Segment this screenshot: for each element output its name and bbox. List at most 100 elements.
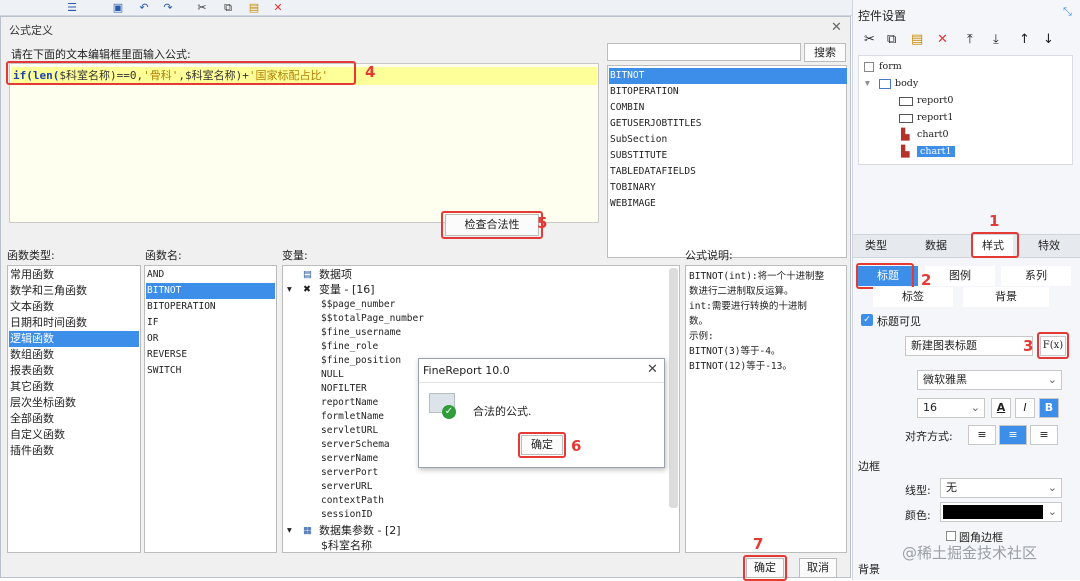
variable-item[interactable]: NOFILTER xyxy=(321,382,367,396)
subtab-label[interactable]: 标签 xyxy=(873,287,953,307)
collapse-panel-icon[interactable]: ⤡ xyxy=(1063,5,1072,19)
undo-icon[interactable]: ↶ xyxy=(138,2,150,13)
tree-node-chart1[interactable]: chart1 xyxy=(917,146,955,157)
function-search-input[interactable] xyxy=(607,43,801,61)
list-item[interactable]: BITNOT xyxy=(609,68,847,84)
italic-icon[interactable]: I xyxy=(1015,398,1035,418)
list-item[interactable]: BITOPERATION xyxy=(609,84,847,100)
variable-item[interactable]: $科室名称 xyxy=(321,539,372,552)
close-icon[interactable]: ✕ xyxy=(647,362,658,377)
list-item[interactable]: GETUSERJOBTITLES xyxy=(609,116,847,132)
list-item[interactable]: AND xyxy=(147,267,168,283)
variable-item[interactable]: contextPath xyxy=(321,494,384,508)
list-item[interactable]: BITOPERATION xyxy=(147,299,220,315)
cancel-button[interactable]: 取消 xyxy=(799,558,837,578)
variable-item[interactable]: formletName xyxy=(321,410,384,424)
close-icon[interactable]: ✕ xyxy=(831,20,842,35)
chart-title-input[interactable]: 新建图表标题 xyxy=(905,336,1033,356)
move-bottom-icon[interactable]: ⤓ xyxy=(993,33,999,47)
variable-item[interactable]: $fine_position xyxy=(321,354,401,368)
list-item[interactable]: COMBIN xyxy=(609,100,847,116)
paste-icon[interactable]: ▤ xyxy=(248,2,260,13)
variable-item[interactable]: $$page_number xyxy=(321,298,395,312)
tree-node-report1[interactable]: report1 xyxy=(917,112,953,123)
list-item[interactable]: 自定义函数 xyxy=(10,427,69,443)
tree-node-form[interactable]: form xyxy=(879,61,902,72)
subtab-background[interactable]: 背景 xyxy=(963,287,1049,307)
line-type-select[interactable]: 无 ⌄ xyxy=(940,478,1062,498)
formula-editor[interactable]: if(len($科室名称)==0,'骨科',$科室名称)+'国家标配占比' xyxy=(9,63,599,223)
collapse-icon[interactable]: ▾ xyxy=(865,78,870,89)
move-up-icon[interactable]: ↑ xyxy=(1019,33,1030,47)
delete-icon[interactable]: ✕ xyxy=(937,33,948,47)
variable-item[interactable]: $$totalPage_number xyxy=(321,312,424,326)
tree-group[interactable]: 数据集参数 - [2] xyxy=(319,524,401,538)
list-item[interactable]: TABLEDATAFIELDS xyxy=(609,164,847,180)
list-item[interactable]: OR xyxy=(147,331,162,347)
subtab-series[interactable]: 系列 xyxy=(1001,266,1071,286)
list-item[interactable]: 文本函数 xyxy=(10,299,58,315)
variable-item[interactable]: reportName xyxy=(321,396,378,410)
rounded-border-checkbox[interactable] xyxy=(946,531,956,541)
list-item[interactable]: 报表函数 xyxy=(10,363,58,379)
font-color-icon[interactable]: A xyxy=(991,398,1011,418)
list-item[interactable]: 全部函数 xyxy=(10,411,58,427)
variable-item[interactable]: NULL xyxy=(321,368,344,382)
redo-icon[interactable]: ↷ xyxy=(162,2,174,13)
variable-item[interactable]: serverName xyxy=(321,452,378,466)
copy-icon[interactable]: ⧉ xyxy=(222,2,234,13)
list-item[interactable]: REVERSE xyxy=(147,347,191,363)
variable-item[interactable]: $fine_username xyxy=(321,326,401,340)
variable-item[interactable]: serverPort xyxy=(321,466,378,480)
bold-icon[interactable]: B xyxy=(1039,398,1059,418)
collapse-icon[interactable]: ▾ xyxy=(287,524,292,538)
subtab-legend[interactable]: 图例 xyxy=(925,266,995,286)
list-item[interactable]: 常用函数 xyxy=(10,267,58,283)
list-item[interactable]: SubSection xyxy=(609,132,847,148)
list-item[interactable]: 插件函数 xyxy=(10,443,58,459)
scrollbar[interactable] xyxy=(669,268,678,508)
cut-icon[interactable]: ✂ xyxy=(196,2,208,13)
list-item[interactable]: 层次坐标函数 xyxy=(10,395,80,411)
title-visible-checkbox[interactable]: ✓ xyxy=(861,314,873,326)
align-center-icon[interactable]: ≡ xyxy=(999,425,1027,445)
tree-group[interactable]: 变量 - [16] xyxy=(319,283,375,297)
list-item[interactable]: 数学和三角函数 xyxy=(10,283,91,299)
align-right-icon[interactable]: ≡ xyxy=(1030,425,1058,445)
menu-icon[interactable]: ☰ xyxy=(66,2,78,13)
delete-icon[interactable]: ✕ xyxy=(272,2,284,13)
list-item[interactable]: 日期和时间函数 xyxy=(10,315,91,331)
tab-effects[interactable]: 特效 xyxy=(1031,235,1067,257)
tab-data[interactable]: 数据 xyxy=(918,235,954,257)
list-item[interactable]: SUBSTITUTE xyxy=(609,148,847,164)
align-left-icon[interactable]: ≡ xyxy=(968,425,996,445)
tree-root[interactable]: 数据项 xyxy=(319,268,352,282)
variable-item[interactable]: sessionID xyxy=(321,508,372,522)
variable-item[interactable]: $fine_role xyxy=(321,340,378,354)
variable-item[interactable]: serverSchema xyxy=(321,438,390,452)
cut-icon[interactable]: ✂ xyxy=(864,33,875,47)
paste-icon[interactable]: ▤ xyxy=(911,33,923,47)
tree-node-report0[interactable]: report0 xyxy=(917,95,953,106)
list-item[interactable]: IF xyxy=(147,315,162,331)
list-item[interactable]: TOBINARY xyxy=(609,180,847,196)
color-picker[interactable]: ⌄ xyxy=(940,502,1062,522)
list-item[interactable]: 数组函数 xyxy=(10,347,58,363)
tree-node-body[interactable]: body xyxy=(895,78,918,89)
move-down-icon[interactable]: ↓ xyxy=(1043,33,1054,47)
font-family-select[interactable]: 微软雅黑 ⌄ xyxy=(917,370,1062,390)
search-button[interactable]: 搜索 xyxy=(804,43,846,62)
list-item[interactable]: WEBIMAGE xyxy=(609,196,847,212)
font-size-select[interactable]: 16 ⌄ xyxy=(917,398,985,418)
list-item[interactable]: SWITCH xyxy=(147,363,185,379)
tree-node-chart0[interactable]: chart0 xyxy=(917,129,949,140)
list-item[interactable]: 逻辑函数 xyxy=(9,331,139,347)
copy-icon[interactable]: ⧉ xyxy=(887,33,896,47)
list-item[interactable]: 其它函数 xyxy=(10,379,58,395)
variable-item[interactable]: serverURL xyxy=(321,480,372,494)
move-top-icon[interactable]: ⤒ xyxy=(967,33,973,47)
save-icon[interactable]: ▣ xyxy=(112,2,124,13)
list-item[interactable]: BITNOT xyxy=(146,283,275,299)
variable-item[interactable]: servletURL xyxy=(321,424,378,438)
collapse-icon[interactable]: ▾ xyxy=(287,283,292,297)
